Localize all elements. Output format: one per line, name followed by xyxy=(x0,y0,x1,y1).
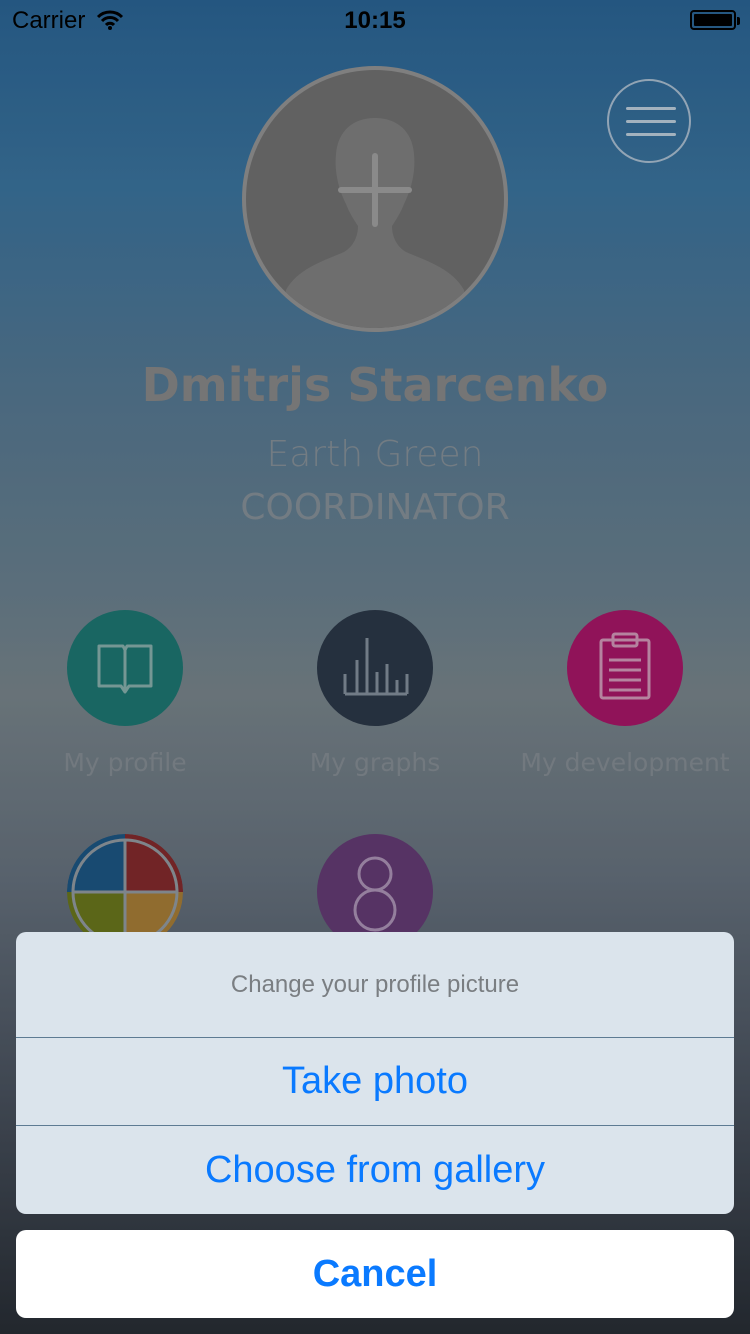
battery-nub xyxy=(737,17,740,25)
action-sheet: Change your profile picture Take photo C… xyxy=(16,932,734,1214)
choose-from-gallery-button[interactable]: Choose from gallery xyxy=(16,1126,734,1214)
battery-icon xyxy=(690,10,740,30)
clock: 10:15 xyxy=(344,7,406,34)
take-photo-button[interactable]: Take photo xyxy=(16,1038,734,1126)
cancel-button[interactable]: Cancel xyxy=(16,1230,734,1318)
screen: Dmitrjs Starcenko Earth Green COORDINATO… xyxy=(0,0,750,1334)
action-sheet-title: Change your profile picture xyxy=(16,932,734,1038)
battery-fill xyxy=(694,14,732,26)
status-bar: Carrier 10:15 xyxy=(0,0,750,40)
